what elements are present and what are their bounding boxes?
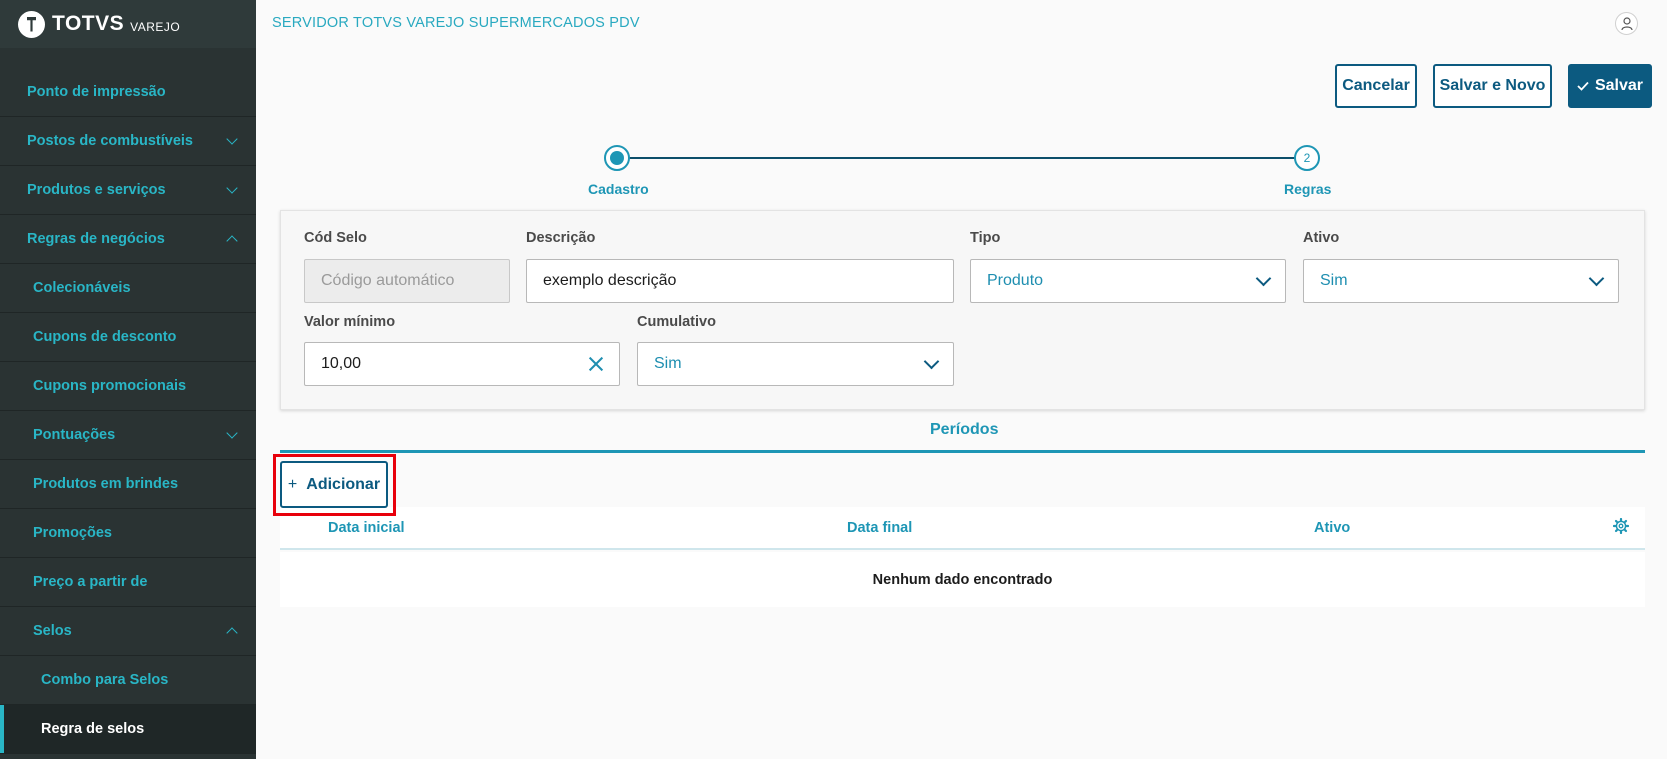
chevron-up-icon (226, 235, 238, 247)
tipo-select[interactable]: Produto (970, 259, 1286, 303)
save-and-new-button[interactable]: Salvar e Novo (1433, 64, 1552, 108)
table-header: Data inicial Data final Ativo (280, 507, 1645, 550)
column-ativo[interactable]: Ativo (1314, 520, 1350, 536)
check-icon (1577, 81, 1589, 91)
tab-periodos[interactable]: Períodos (930, 421, 998, 439)
sidebar-item-label: Produtos em brindes (33, 476, 179, 492)
sidebar-item-cupons-de-desconto[interactable]: Cupons de desconto (0, 313, 256, 362)
cumulativo-label: Cumulativo (637, 314, 716, 330)
totvs-logo-icon (18, 10, 45, 38)
save-button-label: Salvar (1594, 77, 1644, 94)
chevron-down-icon (923, 353, 940, 370)
chevron-down-icon (1588, 270, 1605, 287)
ativo-select[interactable]: Sim (1303, 259, 1619, 303)
sidebar-item-produtos-e-servicos[interactable]: Produtos e serviços (0, 166, 256, 215)
sidebar-item-label: Selos (33, 623, 72, 639)
cumulativo-select[interactable]: Sim (637, 342, 954, 386)
sidebar-item-label: Postos de combustíveis (27, 133, 193, 149)
column-data-inicial[interactable]: Data inicial (328, 520, 405, 536)
brand[interactable]: TOTVS VAREJO (0, 0, 256, 48)
ativo-value: Sim (1320, 272, 1348, 289)
sidebar-item-preco-a-partir-de[interactable]: Preço a partir de (0, 558, 256, 607)
table-empty-message: Nenhum dado encontrado (280, 552, 1645, 607)
sidebar-item-promocoes[interactable]: Promoções (0, 509, 256, 558)
chevron-down-icon (1255, 270, 1272, 287)
tipo-value: Produto (987, 272, 1044, 289)
chevron-up-icon (226, 627, 238, 639)
sidebar-item-label: Preço a partir de (33, 574, 148, 590)
sidebar-item-label: Colecionáveis (33, 280, 131, 296)
descricao-label: Descrição (526, 230, 596, 246)
sidebar-item-label: Promoções (33, 525, 112, 541)
valor-minimo-value: 10,00 (321, 355, 362, 372)
sidebar-item-label: Ponto de impressão (27, 84, 166, 100)
column-data-final[interactable]: Data final (847, 520, 912, 536)
sidebar-item-label: Regra de selos (41, 721, 145, 737)
descricao-field[interactable]: exemplo descrição (526, 259, 954, 303)
sidebar-item-produtos-em-brindes[interactable]: Produtos em brindes (0, 460, 256, 509)
tab-underline (280, 450, 1645, 453)
sidebar-item-label: Cupons promocionais (33, 378, 187, 394)
sidebar-item-cupons-promocionais[interactable]: Cupons promocionais (0, 362, 256, 411)
sidebar-item-label: Cupons de desconto (33, 329, 177, 345)
clear-icon[interactable] (587, 355, 605, 373)
sidebar-item-regra-de-selos[interactable]: Regra de selos (0, 705, 256, 754)
sidebar-item-postos-de-combustiveis[interactable]: Postos de combustíveis (0, 117, 256, 166)
sidebar-item-regras-de-negocios[interactable]: Regras de negócios (0, 215, 256, 264)
highlight-box (273, 454, 396, 516)
app-title: SERVIDOR TOTVS VAREJO SUPERMERCADOS PDV (272, 15, 640, 31)
cod-selo-label: Cód Selo (304, 230, 367, 246)
sidebar-item-label: Regras de negócios (27, 231, 165, 247)
brand-sub: VAREJO (130, 19, 181, 34)
sidebar-item-pontuacoes[interactable]: Pontuações (0, 411, 256, 460)
cod-selo-field: Código automático (304, 259, 510, 303)
step-1-circle[interactable] (604, 145, 630, 171)
valor-minimo-field[interactable]: 10,00 (304, 342, 620, 386)
step-1-label: Cadastro (588, 181, 649, 197)
sidebar-item-combo-para-selos[interactable]: Combo para Selos (0, 656, 256, 705)
step-2-label: Regras (1284, 181, 1332, 197)
cancel-button[interactable]: Cancelar (1335, 64, 1417, 108)
save-button[interactable]: Salvar (1568, 64, 1652, 108)
sidebar-item-label: Combo para Selos (41, 672, 169, 688)
sidebar-item-selos[interactable]: Selos (0, 607, 256, 656)
user-icon[interactable] (1615, 12, 1638, 35)
stepper-line (616, 157, 1306, 159)
sidebar: TOTVS VAREJO Ponto de impressão Postos d… (0, 0, 256, 759)
brand-name: TOTVS (52, 12, 125, 35)
ativo-label: Ativo (1303, 230, 1340, 246)
valor-minimo-label: Valor mínimo (304, 314, 396, 330)
chevron-down-icon (226, 133, 238, 145)
step-2-circle[interactable]: 2 (1294, 145, 1320, 171)
gear-icon[interactable] (1613, 518, 1629, 534)
sidebar-item-colecionaveis[interactable]: Colecionáveis (0, 264, 256, 313)
sidebar-item-label: Pontuações (33, 427, 116, 443)
cumulativo-value: Sim (654, 355, 682, 372)
sidebar-item-label: Produtos e serviços (27, 182, 166, 198)
tipo-label: Tipo (970, 230, 1001, 246)
chevron-down-icon (226, 182, 238, 194)
chevron-down-icon (226, 427, 238, 439)
sidebar-item-ponto-de-impressao[interactable]: Ponto de impressão (0, 68, 256, 117)
sidebar-menu: Ponto de impressão Postos de combustívei… (0, 68, 256, 754)
